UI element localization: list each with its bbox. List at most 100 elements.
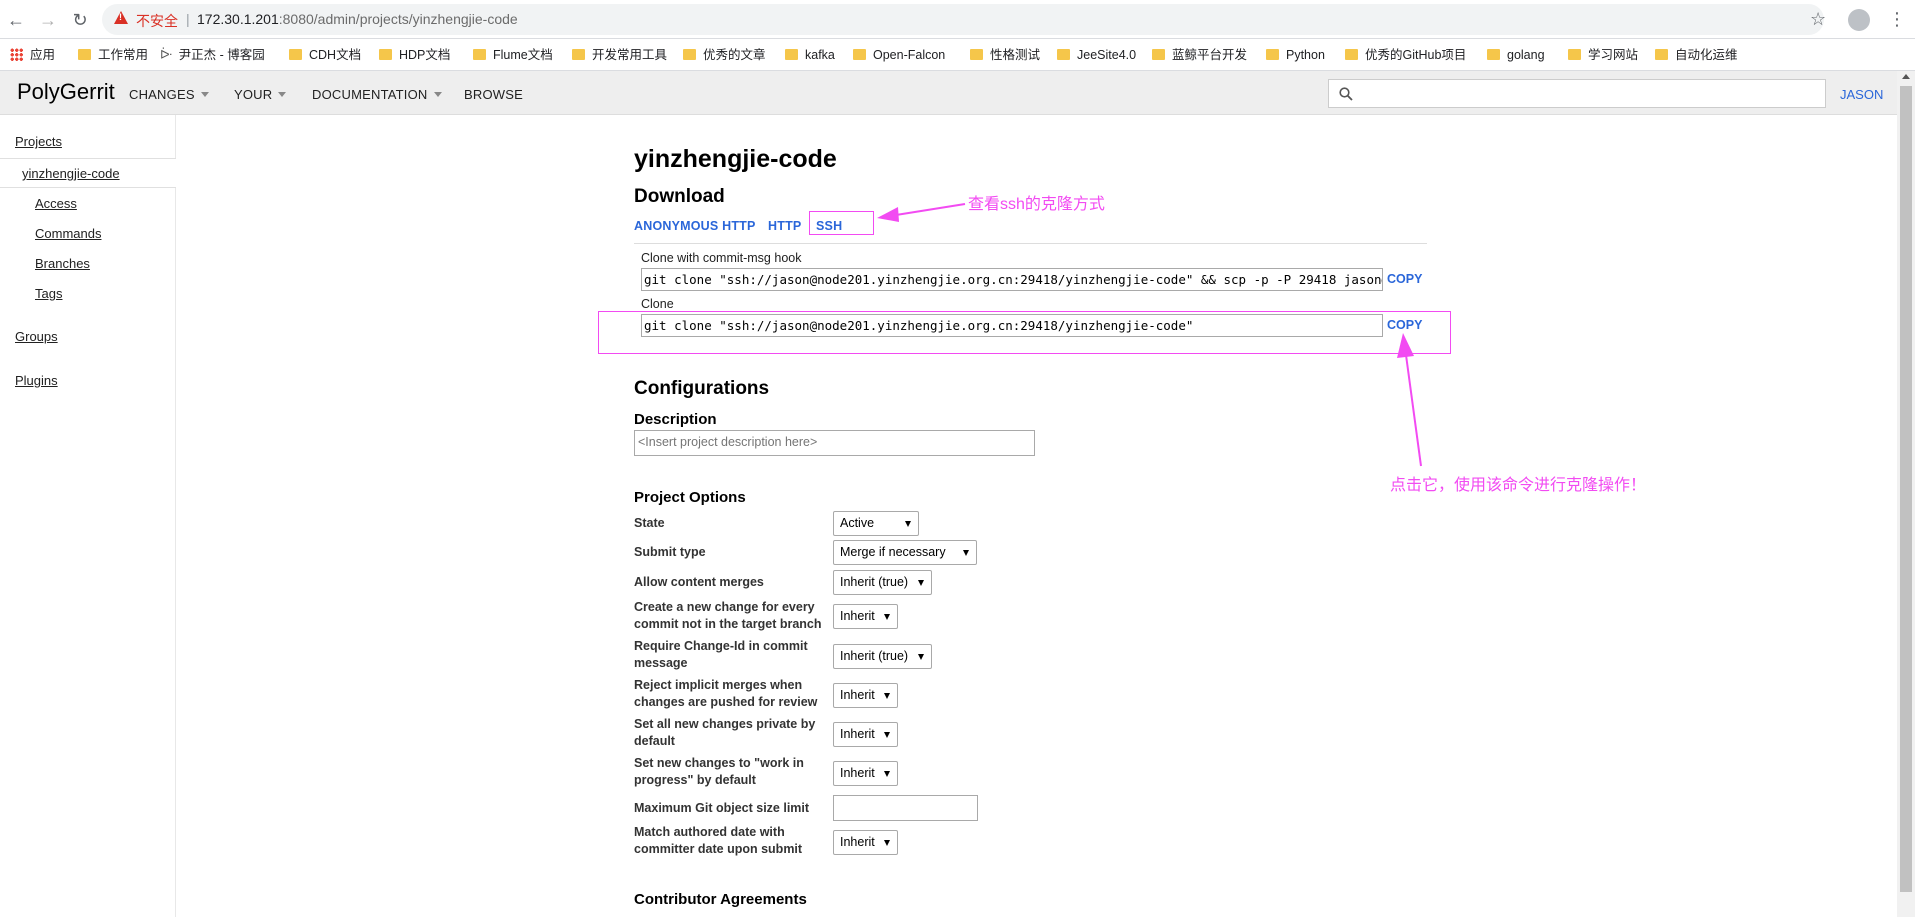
bookmark-label: 自动化运维 [1675, 48, 1738, 62]
folder-icon [785, 49, 798, 60]
sidebar-item-tags[interactable]: Tags [35, 286, 62, 301]
tab-http[interactable]: HTTP [768, 219, 801, 233]
wip-select[interactable]: Inherit [833, 761, 898, 786]
bookmark-label: golang [1507, 48, 1545, 62]
implicit-merges-value: Inherit [840, 688, 875, 702]
folder-icon [289, 49, 302, 60]
option-label-implicit-merges: Reject implicit merges when changes are … [634, 678, 818, 709]
bookmark-item[interactable]: HDP文档 [379, 39, 450, 71]
folder-icon [1345, 49, 1358, 60]
annotation-arrow-line [895, 203, 966, 216]
bookmark-item[interactable]: 性格测试 [970, 39, 1040, 71]
annotation-arrow-line [1405, 354, 1422, 467]
page-title: yinzhengjie-code [634, 145, 837, 173]
bookmark-item[interactable]: golang [1487, 39, 1545, 71]
folder-icon [473, 49, 486, 60]
chevron-down-icon [278, 92, 287, 97]
bookmark-item[interactable]: 优秀的GitHub项目 [1345, 39, 1466, 71]
search-input[interactable] [1363, 83, 1818, 104]
match-date-select[interactable]: Inherit [833, 830, 898, 855]
app-logo[interactable]: PolyGerrit [17, 79, 115, 105]
bookmark-label: Open-Falcon [873, 48, 946, 62]
annotation-clone-box [598, 311, 1451, 354]
site-icon: ᐕ [160, 48, 173, 62]
folder-icon [1152, 49, 1165, 60]
hook-command-field[interactable]: git clone "ssh://jason@node201.yinzhengj… [641, 268, 1383, 291]
bookmark-item[interactable]: Python [1266, 39, 1325, 71]
bookmark-item[interactable]: Flume文档 [473, 39, 553, 71]
implicit-merges-select[interactable]: Inherit [833, 683, 898, 708]
bookmark-label: Flume文档 [493, 48, 553, 62]
dropdown-arrow-icon [905, 521, 911, 527]
folder-icon [1487, 49, 1500, 60]
nav-your[interactable]: YOUR [234, 87, 287, 102]
option-label-state: State [634, 516, 665, 530]
option-label-change-id: Require Change-Id in commit message [634, 639, 808, 670]
back-icon[interactable]: ← [5, 9, 27, 31]
nav-changes[interactable]: CHANGES [129, 87, 209, 102]
nav-browse[interactable]: BROWSE [464, 87, 523, 102]
copy-hook-button[interactable]: COPY [1387, 272, 1422, 286]
apps-icon [10, 48, 23, 61]
nav-documentation[interactable]: DOCUMENTATION [312, 87, 442, 102]
sidebar-item-projects[interactable]: Projects [15, 134, 62, 149]
new-change-select[interactable]: Inherit [833, 604, 898, 629]
bookmark-star-icon[interactable]: ☆ [1810, 9, 1826, 30]
user-menu[interactable]: JASON [1840, 87, 1883, 102]
private-select[interactable]: Inherit [833, 722, 898, 747]
scrollbar-thumb[interactable] [1900, 86, 1912, 892]
submit-type-select[interactable]: Merge if necessary [833, 540, 977, 565]
bookmark-item[interactable]: 自动化运维 [1655, 39, 1738, 71]
scroll-up-icon[interactable] [1902, 74, 1910, 79]
bookmark-item[interactable]: 优秀的文章 [683, 39, 766, 71]
option-label-wip: Set new changes to "work in progress" by… [634, 756, 804, 787]
sidebar-item-commands[interactable]: Commands [35, 226, 101, 241]
change-id-select[interactable]: Inherit (true) [833, 644, 932, 669]
sidebar-item-project[interactable]: yinzhengjie-code [22, 166, 120, 181]
url-host: 172.30.1.201 [197, 11, 279, 27]
bookmark-item[interactable]: 开发常用工具 [572, 39, 667, 71]
bookmark-item[interactable]: CDH文档 [289, 39, 361, 71]
search-box[interactable] [1328, 79, 1826, 108]
nav-changes-label: CHANGES [129, 87, 195, 102]
bookmark-item[interactable]: JeeSite4.0 [1057, 39, 1136, 71]
bookmark-label: kafka [805, 48, 835, 62]
description-input[interactable]: <Insert project description here> [634, 430, 1035, 456]
configurations-heading: Configurations [634, 378, 770, 399]
bookmark-item[interactable]: 应用 [10, 39, 55, 71]
bookmark-label: 尹正杰 - 博客园 [178, 48, 265, 62]
bookmark-item[interactable]: Open-Falcon [853, 39, 945, 71]
bookmarks-bar: 应用 工作常用 ᐕ 尹正杰 - 博客园 CDH文档 HDP文档 Flume文档 开发常用工具 优… [0, 39, 1915, 71]
bookmark-label: CDH文档 [309, 48, 362, 62]
bookmark-label: HDP文档 [399, 48, 451, 62]
account-avatar-icon[interactable] [1848, 9, 1870, 31]
tab-anonymous-http[interactable]: ANONYMOUS HTTP [634, 219, 756, 233]
browser-menu-icon[interactable]: ⋮ [1888, 9, 1906, 30]
reload-icon[interactable]: ↻ [69, 9, 91, 31]
sidebar-item-plugins[interactable]: Plugins [15, 373, 58, 388]
bookmark-label: 工作常用 [98, 48, 149, 62]
content-merges-select[interactable]: Inherit (true) [833, 570, 932, 595]
bookmark-item[interactable]: kafka [785, 39, 835, 71]
option-label-submit-type: Submit type [634, 545, 706, 559]
forward-icon[interactable]: → [37, 9, 59, 31]
option-label-max-size: Maximum Git object size limit [634, 801, 810, 815]
project-options-heading: Project Options [634, 489, 746, 506]
bookmark-item[interactable]: 工作常用 [78, 39, 148, 71]
sidebar-item-access[interactable]: Access [35, 196, 77, 211]
option-label-content-merges: Allow content merges [634, 575, 764, 589]
state-value: Active [840, 516, 875, 530]
max-object-size-input[interactable] [833, 795, 978, 821]
bookmark-item[interactable]: ᐕ 尹正杰 - 博客园 [160, 39, 265, 71]
sidebar-item-branches[interactable]: Branches [35, 256, 90, 271]
change-id-value: Inherit (true) [840, 649, 909, 663]
bookmark-item[interactable]: 蓝鲸平台开发 [1152, 39, 1247, 71]
url-text[interactable]: 172.30.1.201:8080/admin/projects/yinzhen… [197, 11, 518, 27]
bookmark-item[interactable]: 学习网站 [1568, 39, 1638, 71]
state-select[interactable]: Active [833, 511, 919, 536]
folder-icon [853, 49, 866, 60]
download-heading: Download [634, 186, 725, 207]
description-label: Description [634, 411, 717, 428]
sidebar-item-groups[interactable]: Groups [15, 329, 58, 344]
insecure-label[interactable]: 不安全 [136, 11, 178, 31]
